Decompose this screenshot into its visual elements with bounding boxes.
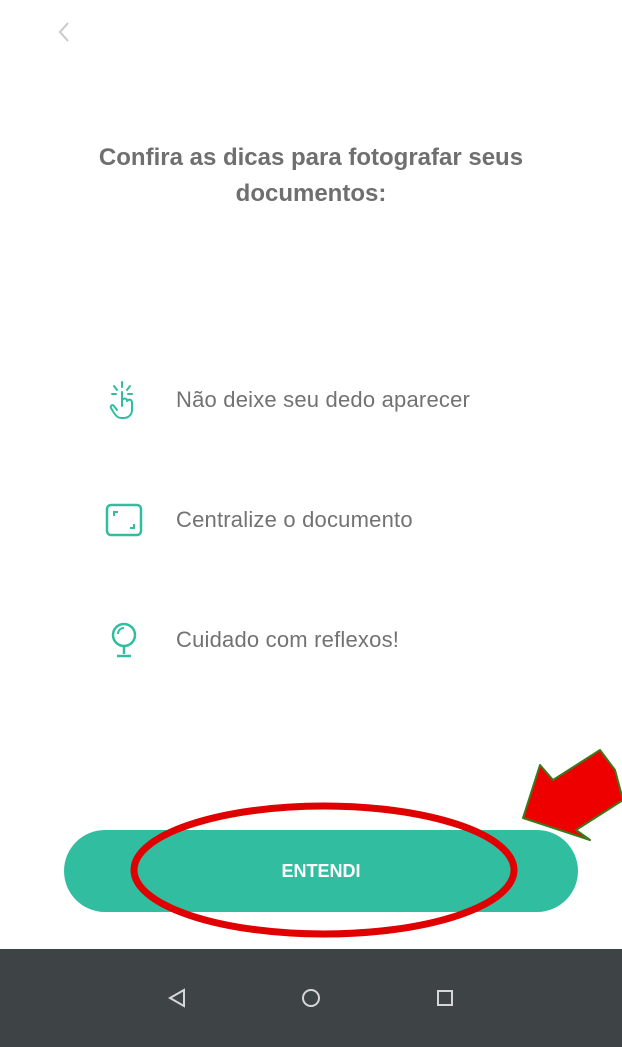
tip-label-reflection: Cuidado com reflexos! xyxy=(176,627,400,652)
tip-label-center: Centralize o documento xyxy=(176,507,413,532)
circle-home-icon xyxy=(302,989,320,1007)
entendi-button[interactable]: ENTENDI xyxy=(64,830,578,912)
finger-touch-icon xyxy=(104,380,144,420)
tip-item-finger: Não deixe seu dedo aparecer xyxy=(104,380,470,420)
android-nav-bar xyxy=(0,949,622,1047)
page-title: Confira as dicas para fotografar seus do… xyxy=(98,144,524,207)
nav-home-button[interactable] xyxy=(291,978,331,1018)
document-frame-icon xyxy=(104,500,144,540)
chevron-left-icon xyxy=(58,22,69,42)
pointer-arrow xyxy=(522,749,622,841)
triangle-back-icon xyxy=(167,988,185,1008)
tip-item-center: Centralize o documento xyxy=(104,500,413,540)
square-recents-icon xyxy=(437,990,453,1006)
back-button[interactable] xyxy=(44,12,84,52)
reflection-mirror-icon xyxy=(104,620,144,660)
nav-recents-button[interactable] xyxy=(425,978,465,1018)
entendi-button-label: ENTENDI xyxy=(281,860,361,881)
tip-item-reflection: Cuidado com reflexos! xyxy=(104,620,399,660)
tip-label-finger: Não deixe seu dedo aparecer xyxy=(176,387,471,412)
nav-back-button[interactable] xyxy=(157,978,197,1018)
